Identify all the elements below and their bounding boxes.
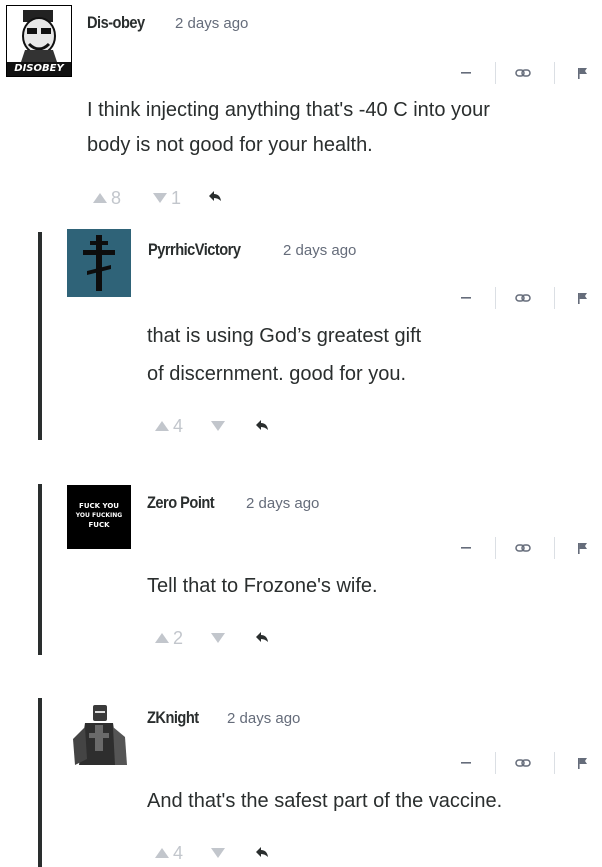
downvote-button[interactable] (210, 416, 226, 437)
link-icon[interactable] (515, 541, 531, 555)
upvote-count: 2 (173, 628, 184, 648)
comment-timestamp[interactable]: 2 days ago (283, 242, 356, 259)
reply-button[interactable] (255, 846, 269, 858)
reply-arrow-icon (256, 632, 268, 642)
comment-body-line-2: of discernment. good for you. (147, 363, 407, 385)
comment-body-line-1: And that's the safest part of the vaccin… (147, 790, 503, 812)
divider (554, 752, 555, 774)
link-icon[interactable] (515, 66, 531, 80)
vote-bar: 4 (154, 843, 294, 863)
avatar-pyrrhicvictory[interactable] (67, 229, 131, 297)
avatar-disobey[interactable]: DISOBEY (6, 5, 72, 77)
comment-author[interactable]: Zero Point (147, 493, 215, 513)
comment-4: ZKnight 2 days ago And that's the safest… (0, 695, 602, 867)
comment-tools (455, 287, 602, 311)
link-icon[interactable] (515, 756, 531, 770)
comment-body-line-1: that is using God’s greatest gift (147, 325, 422, 347)
flag-icon[interactable] (577, 291, 589, 305)
avatar-zeropoint[interactable]: FUCK YOU YOU FUCKING FUCK (67, 485, 131, 549)
minus-icon[interactable] (460, 754, 472, 770)
comment-timestamp[interactable]: 2 days ago (227, 710, 300, 727)
comment-timestamp[interactable]: 2 days ago (175, 15, 248, 32)
comment-tools (455, 62, 602, 86)
avatar-zeropoint-line-1: FUCK YOU (79, 502, 119, 510)
upvote-count: 4 (173, 416, 184, 436)
vote-bar: 2 (154, 628, 294, 648)
avatar-disobey-label: DISOBEY (14, 63, 64, 74)
triangle-up-icon (155, 633, 169, 643)
downvote-button[interactable] (210, 843, 226, 864)
divider (495, 62, 496, 84)
upvote-button[interactable]: 4 (154, 843, 183, 864)
triangle-down-icon (153, 193, 167, 203)
upvote-button[interactable]: 2 (154, 628, 183, 649)
downvote-button[interactable]: 1 (152, 188, 181, 209)
avatar-zeropoint-line-2: YOU FUCKING (75, 512, 123, 519)
downvote-count: 1 (171, 188, 182, 208)
reply-button[interactable] (208, 190, 222, 202)
comment-3: FUCK YOU YOU FUCKING FUCK Zero Point 2 d… (0, 480, 602, 660)
upvote-button[interactable]: 4 (154, 416, 183, 437)
triangle-down-icon (211, 633, 225, 643)
flag-icon[interactable] (577, 66, 589, 80)
triangle-down-icon (211, 848, 225, 858)
upvote-button[interactable]: 8 (92, 188, 121, 209)
flag-icon[interactable] (577, 541, 589, 555)
knight-icon (67, 699, 131, 765)
minus-icon[interactable] (460, 289, 472, 305)
link-icon[interactable] (515, 291, 531, 305)
reply-arrow-icon (256, 420, 268, 430)
reply-button[interactable] (255, 419, 269, 431)
orthodox-cross-icon (67, 229, 131, 297)
comment-tools (455, 752, 602, 776)
divider (554, 287, 555, 309)
triangle-up-icon (93, 193, 107, 203)
avatar-zknight[interactable] (67, 699, 131, 765)
comment-1: DISOBEY Dis-obey 2 days ago I think inje… (0, 0, 602, 215)
reply-button[interactable] (255, 631, 269, 643)
vote-bar: 4 (154, 416, 294, 436)
comment-2: PyrrhicVictory 2 days ago that is using … (0, 225, 602, 445)
divider (495, 287, 496, 309)
divider (554, 537, 555, 559)
downvote-button[interactable] (210, 628, 226, 649)
reply-arrow-icon (209, 191, 221, 201)
comment-body-line-1: Tell that to Frozone's wife. (147, 575, 378, 597)
comment-tools (455, 537, 602, 561)
divider (495, 752, 496, 774)
avatar-zeropoint-line-3: FUCK (88, 521, 110, 529)
comment-body-line-2: body is not good for your health. (87, 134, 373, 156)
triangle-up-icon (155, 848, 169, 858)
comment-body-line-1: I think injecting anything that's -40 C … (87, 99, 490, 121)
minus-icon[interactable] (460, 539, 472, 555)
upvote-count: 8 (111, 188, 122, 208)
minus-icon[interactable] (460, 64, 472, 80)
comment-author[interactable]: PyrrhicVictory (148, 240, 241, 260)
divider (554, 62, 555, 84)
upvote-count: 4 (173, 843, 184, 863)
triangle-down-icon (211, 421, 225, 431)
divider (495, 537, 496, 559)
comment-author[interactable]: Dis-obey (87, 13, 145, 33)
triangle-up-icon (155, 421, 169, 431)
comment-author[interactable]: ZKnight (147, 708, 199, 728)
comment-timestamp[interactable]: 2 days ago (246, 495, 319, 512)
reply-arrow-icon (256, 847, 268, 857)
flag-icon[interactable] (577, 756, 589, 770)
vote-bar: 8 1 (92, 188, 242, 208)
